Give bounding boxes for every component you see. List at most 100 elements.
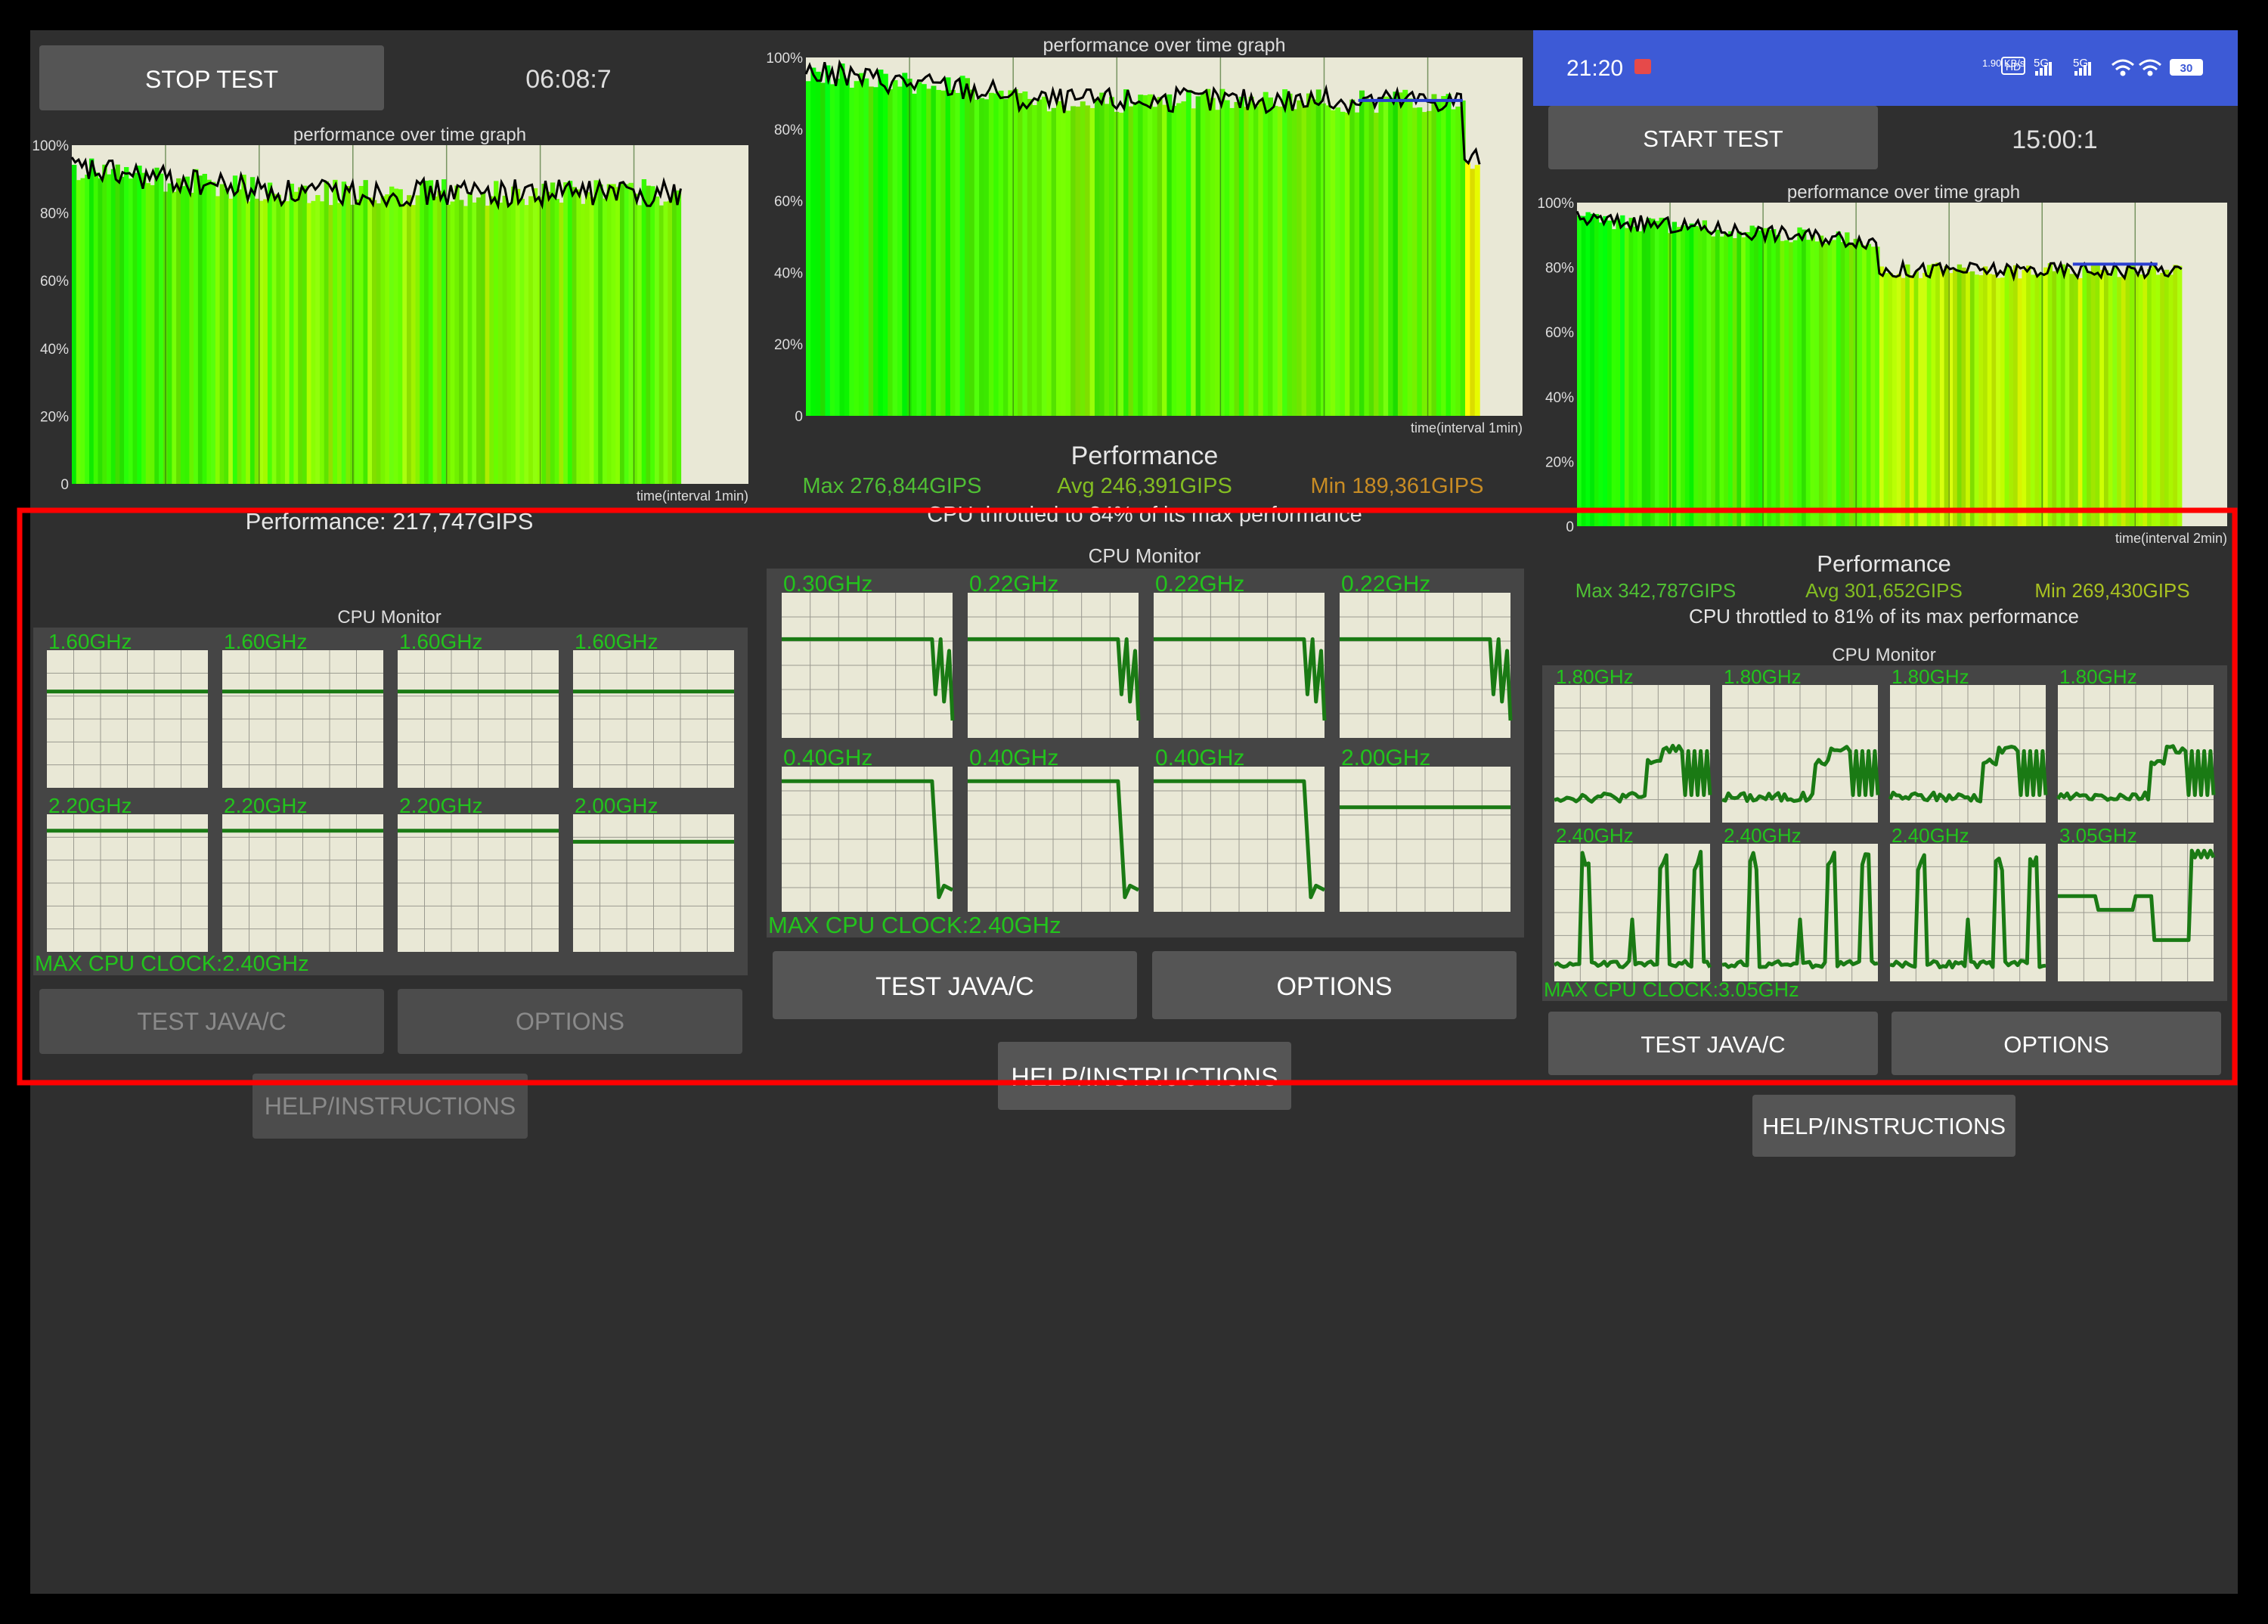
performance-stripe (1641, 225, 1647, 526)
performance-stripe (1089, 107, 1095, 417)
performance-stripe (485, 206, 490, 484)
performance-stripe (1896, 274, 1902, 526)
performance-stripe (107, 174, 112, 484)
performance-stripe (844, 78, 850, 417)
performance-stripe (1654, 221, 1660, 526)
performance-stripe (1741, 237, 1746, 526)
performance-stripe (1094, 98, 1100, 416)
performance-stripe (676, 190, 682, 484)
performance-stripe (1978, 275, 1984, 526)
performance-stripe (1354, 112, 1360, 416)
cpu-core-graph: 1.80GHz (2056, 665, 2216, 823)
performance-stripe (2012, 265, 2019, 526)
max-cpu-clock: MAX CPU CLOCK:2.40GHz (35, 952, 309, 976)
performance-stripe (863, 78, 869, 417)
performance-stripe (276, 194, 281, 484)
performance-stripe (184, 176, 190, 484)
performance-stripe (1138, 95, 1144, 417)
performance-stripe (1374, 113, 1380, 416)
core-frequency-label: 0.40GHz (783, 745, 872, 770)
performance-stripe (489, 196, 494, 484)
performance-stripe (1055, 101, 1061, 416)
performance-stripe (1368, 101, 1374, 416)
help-button-label: HELP/INSTRUCTIONS (265, 1092, 516, 1120)
performance-stripe (494, 181, 499, 484)
performance-stripe (507, 203, 512, 484)
x-axis-label: time(interval 2min) (2115, 531, 2227, 546)
performance-stripe (1229, 107, 1235, 416)
y-tick-label: 60% (40, 274, 69, 290)
performance-stripe (2047, 263, 2053, 526)
performance-stripe (1659, 217, 1664, 526)
performance-stripe (241, 175, 246, 485)
performance-stripe (897, 86, 903, 416)
cpu-core-graph: 2.20GHz (398, 794, 559, 952)
performance-stripe (1046, 111, 1052, 416)
performance-stripe (1022, 91, 1028, 417)
performance-stripe (1436, 101, 1442, 416)
performance-stripe (902, 73, 908, 416)
performance-stripe (2052, 271, 2057, 526)
performance-stripe (1171, 105, 1177, 416)
performance-stripe (80, 178, 85, 485)
performance-stripe (1132, 103, 1139, 417)
performance-stripe (2082, 263, 2087, 526)
cpu-monitor: 0.30GHz 0.22GHz 0.22GHz 0.22GHz 0.40GHz 0.40G… (767, 569, 1524, 938)
performance-stripe (1810, 235, 1815, 526)
performance-stripe (128, 178, 134, 485)
performance-stripe (98, 178, 103, 484)
performance-stripe (1421, 112, 1427, 417)
cpu-core-graph: 2.20GHz (47, 794, 208, 952)
performance-stripe (584, 192, 590, 484)
cpu-core-graph: 1.60GHz (573, 630, 734, 788)
performance-stripe (1359, 90, 1365, 417)
performance-stripe (2177, 265, 2183, 526)
performance-stripe (859, 73, 864, 416)
performance-stripe (1983, 266, 1988, 526)
performance-stripe (1287, 93, 1293, 416)
throttle-text: CPU throttled to 81% of its max performa… (1689, 605, 2079, 628)
performance-stripe (1715, 229, 1721, 526)
y-tick-label: 80% (774, 122, 803, 138)
performance-stripe (1383, 96, 1389, 417)
performance-stripe (1018, 93, 1024, 416)
performance-stripe (1961, 267, 1966, 526)
performance-stripe (532, 188, 538, 485)
cpu-core-graph: 0.30GHz (782, 572, 955, 738)
performance-stripe (167, 183, 172, 484)
test-java-button-label: TEST JAVA/C (1641, 1031, 1785, 1058)
performance-stripe (2060, 264, 2066, 526)
performance-stripe (912, 93, 917, 416)
performance-stripe (1297, 100, 1303, 417)
performance-stripe (280, 200, 286, 484)
performance-stripe (1702, 220, 1707, 526)
performance-max: Max 276,844GIPS (803, 474, 982, 498)
performance-stripe (2087, 271, 2092, 526)
performance-stripe (194, 169, 199, 484)
performance-stripe (150, 184, 155, 484)
performance-stripe (2147, 269, 2152, 526)
performance-stripe (176, 178, 181, 485)
performance-stripe (1974, 274, 1979, 526)
performance-stripe (1268, 97, 1274, 416)
performance-stripe (602, 198, 608, 484)
x-axis-label: time(interval 1min) (637, 488, 748, 504)
performance-stripe (1926, 265, 1932, 526)
performance-stripe (1258, 99, 1264, 416)
performance-stripe (1215, 110, 1221, 417)
performance-stripe (2103, 270, 2109, 526)
performance-stripe (336, 203, 342, 484)
start-test-button-label: START TEST (1643, 126, 1783, 152)
performance-stripe (974, 99, 980, 416)
performance-stripe (511, 186, 516, 484)
performance-stripe (311, 200, 316, 484)
performance-stripe (1277, 106, 1283, 416)
cpu-core-graph: 0.22GHz (968, 572, 1141, 738)
performance-stripe (389, 186, 395, 484)
performance-stripe (878, 70, 884, 416)
performance-stripe (1181, 101, 1187, 416)
y-tick-label: 60% (1545, 325, 1574, 341)
performance-stripe (888, 88, 894, 416)
performance-stripe (1099, 92, 1105, 417)
performance-stripe (1282, 89, 1288, 416)
